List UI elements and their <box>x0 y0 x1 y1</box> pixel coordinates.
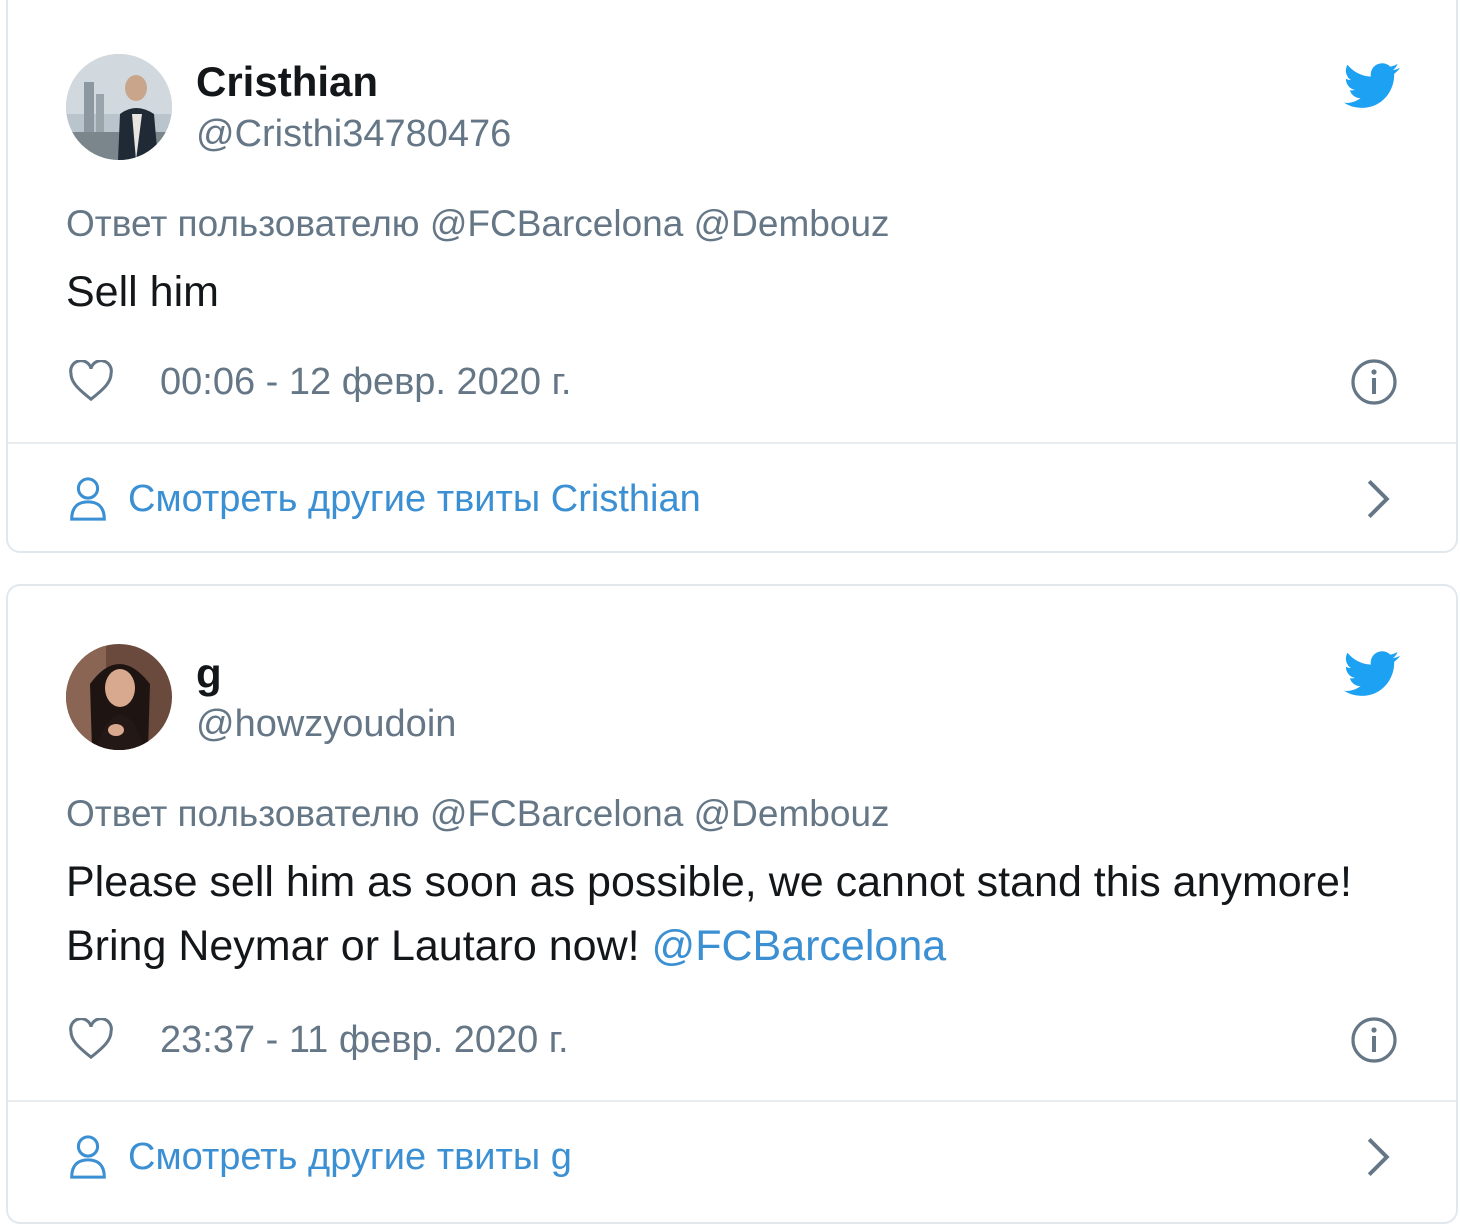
person-icon <box>70 1135 106 1179</box>
avatar[interactable] <box>66 644 172 750</box>
heart-icon[interactable] <box>68 1018 114 1060</box>
chevron-right-icon[interactable] <box>1364 1135 1392 1179</box>
twitter-bird-icon[interactable] <box>1344 62 1400 110</box>
twitter-bird-icon[interactable] <box>1344 650 1400 698</box>
tweet-text: Sell him <box>66 260 1366 324</box>
display-name[interactable]: Cristhian <box>196 58 378 106</box>
view-more-label[interactable]: Смотреть другие твиты Cristhian <box>128 478 701 521</box>
avatar-photo <box>66 54 172 160</box>
chevron-right-icon[interactable] <box>1364 477 1392 521</box>
avatar[interactable] <box>66 54 172 160</box>
mention-link[interactable]: @FCBarcelona <box>652 922 947 970</box>
tweet-text-body: Sell him <box>66 268 219 316</box>
info-icon[interactable] <box>1350 1016 1398 1064</box>
person-icon <box>70 477 106 521</box>
divider <box>8 442 1456 444</box>
divider <box>8 1100 1456 1102</box>
display-name[interactable]: g <box>196 650 222 698</box>
avatar-photo <box>66 644 172 750</box>
reply-to-line[interactable]: Ответ пользователю @FCBarcelona @Dembouz <box>66 792 890 836</box>
tweet-text: Please sell him as soon as possible, we … <box>66 850 1366 978</box>
heart-icon[interactable] <box>68 360 114 402</box>
tweet-card[interactable]: Cristhian @Cristhi34780476 Ответ пользов… <box>6 0 1458 553</box>
view-more-label[interactable]: Смотреть другие твиты g <box>128 1136 572 1179</box>
info-icon[interactable] <box>1350 358 1398 406</box>
user-handle[interactable]: @Cristhi34780476 <box>196 112 511 156</box>
view-more-tweets-link[interactable]: Смотреть другие твиты g <box>68 1130 572 1184</box>
user-handle[interactable]: @howzyoudoin <box>196 702 456 746</box>
timestamp[interactable]: 23:37 - 11 февр. 2020 г. <box>160 1018 569 1062</box>
reply-to-line[interactable]: Ответ пользователю @FCBarcelona @Dembouz <box>66 202 890 246</box>
timestamp[interactable]: 00:06 - 12 февр. 2020 г. <box>160 360 571 404</box>
tweet-card[interactable]: g @howzyoudoin Ответ пользователю @FCBar… <box>6 584 1458 1224</box>
view-more-tweets-link[interactable]: Смотреть другие твиты Cristhian <box>68 472 701 526</box>
